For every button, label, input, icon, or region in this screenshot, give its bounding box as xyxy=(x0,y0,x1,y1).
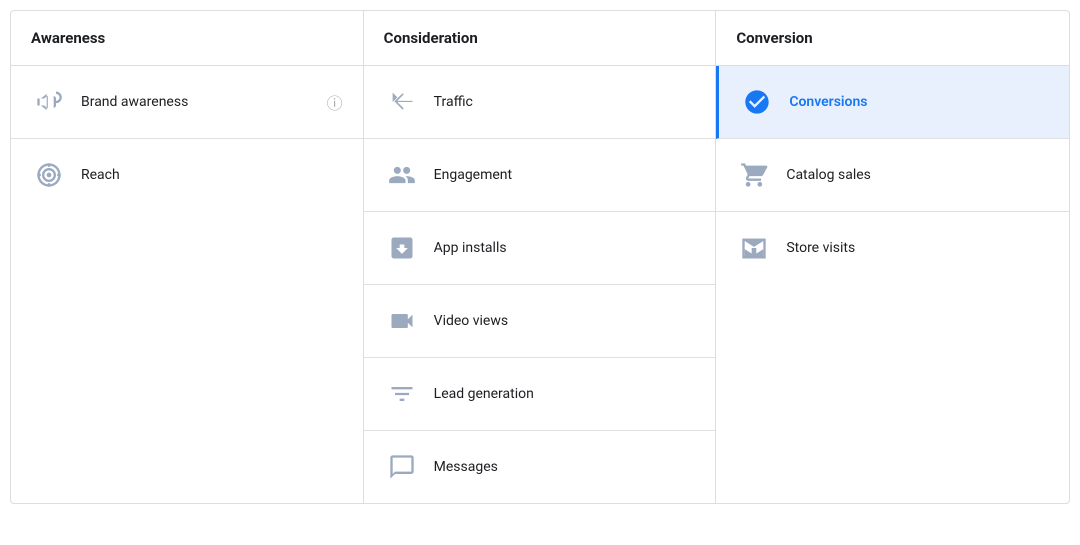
store-visits-label: Store visits xyxy=(786,240,855,256)
catalog-sales-label: Catalog sales xyxy=(786,167,871,183)
video-views-icon xyxy=(384,303,420,339)
video-views-option[interactable]: Video views xyxy=(364,285,716,358)
brand-awareness-option[interactable]: Brand awareness ⓘ xyxy=(11,66,363,139)
consideration-header: Consideration xyxy=(364,11,716,66)
conversions-option[interactable]: Conversions xyxy=(716,66,1069,139)
app-installs-icon xyxy=(384,230,420,266)
messages-label: Messages xyxy=(434,459,498,475)
awareness-header: Awareness xyxy=(11,11,363,66)
lead-generation-label: Lead generation xyxy=(434,386,534,402)
check-circle-icon xyxy=(739,84,775,120)
conversion-column: Conversion Conversions Catalog sales xyxy=(716,11,1069,503)
awareness-column: Awareness Brand awareness ⓘ xyxy=(11,11,364,503)
engagement-icon xyxy=(384,157,420,193)
conversion-header: Conversion xyxy=(716,11,1069,66)
lead-generation-option[interactable]: Lead generation xyxy=(364,358,716,431)
traffic-icon xyxy=(384,84,420,120)
lead-generation-icon xyxy=(384,376,420,412)
store-visits-option[interactable]: Store visits xyxy=(716,212,1069,284)
campaign-objective-grid: Awareness Brand awareness ⓘ xyxy=(10,10,1070,504)
messages-icon xyxy=(384,449,420,485)
traffic-option[interactable]: Traffic xyxy=(364,66,716,139)
reach-option[interactable]: Reach xyxy=(11,139,363,211)
info-icon[interactable]: ⓘ xyxy=(327,90,343,114)
consideration-column: Consideration Traffic Engagement xyxy=(364,11,717,503)
reach-icon xyxy=(31,157,67,193)
store-visits-icon xyxy=(736,230,772,266)
megaphone-icon xyxy=(31,84,67,120)
traffic-label: Traffic xyxy=(434,94,473,110)
app-installs-label: App installs xyxy=(434,240,507,256)
reach-label: Reach xyxy=(81,167,120,183)
app-installs-option[interactable]: App installs xyxy=(364,212,716,285)
catalog-sales-option[interactable]: Catalog sales xyxy=(716,139,1069,212)
engagement-option[interactable]: Engagement xyxy=(364,139,716,212)
conversions-label: Conversions xyxy=(789,94,867,110)
messages-option[interactable]: Messages xyxy=(364,431,716,503)
video-views-label: Video views xyxy=(434,313,508,329)
catalog-sales-icon xyxy=(736,157,772,193)
brand-awareness-label: Brand awareness xyxy=(81,94,188,110)
engagement-label: Engagement xyxy=(434,167,512,183)
